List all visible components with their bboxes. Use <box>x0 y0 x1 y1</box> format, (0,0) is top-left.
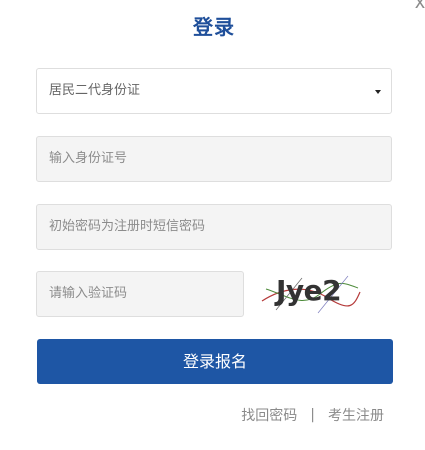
captcha-input[interactable]: 请输入验证码 <box>36 271 244 317</box>
id-type-select[interactable]: 居民二代身份证 <box>36 68 392 114</box>
id-type-select-value: 居民二代身份证 <box>49 83 141 98</box>
captcha-text: Jye2 <box>274 274 341 307</box>
chevron-down-icon <box>375 90 381 94</box>
forgot-password-link[interactable]: 找回密码 <box>241 405 297 425</box>
password-placeholder: 初始密码为注册时短信密码 <box>49 219 206 234</box>
id-number-input[interactable]: 输入身份证号 <box>36 136 392 182</box>
register-link[interactable]: 考生注册 <box>328 405 384 425</box>
link-separator: | <box>310 407 315 423</box>
captcha-input-placeholder: 请输入验证码 <box>49 286 128 301</box>
dialog-title: 登录 <box>193 15 235 39</box>
password-input[interactable]: 初始密码为注册时短信密码 <box>36 204 392 250</box>
id-number-placeholder: 输入身份证号 <box>49 151 128 166</box>
submit-button[interactable]: 登录报名 <box>37 339 393 384</box>
footer-links: 找回密码 | 考生注册 <box>241 405 384 425</box>
captcha-image[interactable]: Jye2 <box>258 268 362 318</box>
